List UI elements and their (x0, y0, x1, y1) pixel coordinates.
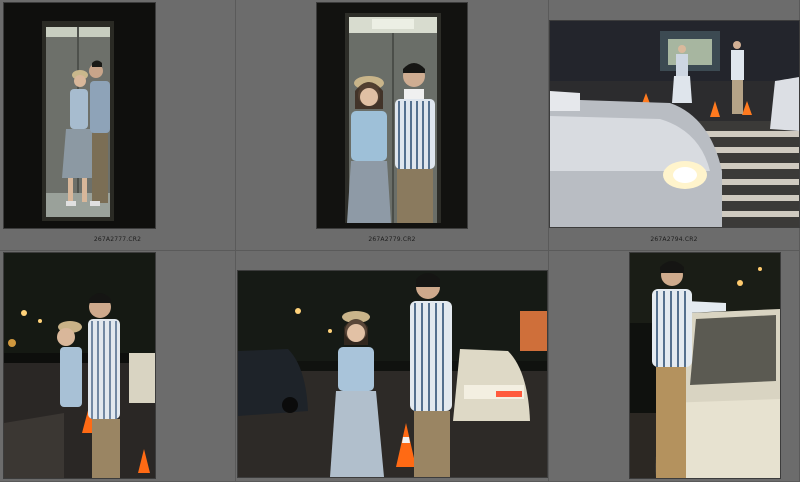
photo-thumbnail[interactable] (317, 3, 467, 228)
thumbnail-filename: 267A2777.CR2 (93, 236, 142, 243)
thumbnail-cell[interactable]: 267A2777.CR2 (0, 0, 236, 251)
thumbnail-cell[interactable]: 267A2794.CR2 (549, 0, 800, 251)
thumbnail-filename: 267A2779.CR2 (368, 236, 416, 243)
thumbnail-cell[interactable] (549, 251, 800, 482)
photo-thumbnail[interactable] (238, 271, 547, 477)
photo-thumbnail[interactable] (4, 253, 155, 478)
photo-thumbnail[interactable] (550, 21, 799, 227)
photo-thumbnail[interactable] (4, 3, 155, 228)
thumbnail-cell[interactable] (0, 251, 236, 482)
thumbnail-filename: 267A2794.CR2 (650, 236, 698, 243)
thumbnail-cell[interactable] (236, 251, 549, 482)
thumbnail-grid: 267A2777.CR2 267A2779.CR2 267A2794.CR2 (0, 0, 800, 482)
photo-thumbnail[interactable] (630, 253, 780, 478)
thumbnail-cell[interactable]: 267A2779.CR2 (236, 0, 549, 251)
